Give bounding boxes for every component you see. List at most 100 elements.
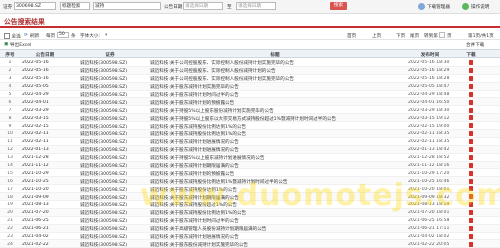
row-date: 2021-04-02: [22, 233, 49, 239]
row-seq: 23: [7, 233, 13, 239]
table-row[interactable]: 14 2021-11-12 诚迈科技(300598.SZ) 诚迈科技:关于股东减持计划…: [0, 161, 500, 170]
pdf-download-icon[interactable]: [469, 146, 473, 152]
title-input[interactable]: 减持: [93, 2, 161, 10]
download-manager-link[interactable]: 下载管理器: [427, 4, 450, 10]
row-date: 2021-10-25: [22, 178, 49, 184]
export-excel-button[interactable]: 导出Excel: [10, 42, 31, 48]
excel-icon[interactable]: ▣: [4, 42, 8, 47]
table-row[interactable]: 9 2022-02-15 诚迈科技(300598.SZ) 诚迈科技:关于股东减持股份比…: [0, 122, 500, 131]
checkbox-icon[interactable]: [4, 32, 10, 39]
title-mode-select[interactable]: 标题检索: [60, 2, 90, 10]
row-code: 诚迈科技(300598.SZ): [80, 124, 128, 130]
table-row[interactable]: 10 2022-02-11 诚迈科技(300598.SZ) 诚迈科技:关于股东减持股份…: [0, 130, 500, 138]
table-row[interactable]: 24 2021-02-22 诚迈科技(300598.SZ) 诚迈科技:关于股东股份减持…: [0, 240, 500, 248]
pdf-download-icon[interactable]: [469, 139, 473, 145]
table-row[interactable]: 6 2022-04-01 诚迈科技(300598.SZ) 诚迈科技:关于股东减持计划的…: [0, 98, 500, 107]
table-row[interactable]: 2 2022-05-16 诚迈科技(300598.SZ) 诚迈科技:关于公司控股股东、…: [0, 66, 500, 75]
last-page-link[interactable]: 尾页: [410, 33, 419, 39]
row-title-link[interactable]: 诚迈科技:关于股东减持计划期限届满的公告: [150, 163, 400, 169]
col-pub-time[interactable]: 发布时间: [400, 52, 460, 58]
pdf-download-icon[interactable]: [469, 154, 473, 160]
pdf-download-icon[interactable]: [469, 60, 473, 66]
row-date: 2022-03-29: [22, 107, 49, 113]
pdf-download-icon[interactable]: [469, 170, 473, 176]
row-title-link[interactable]: 诚迈科技:关于股东减持计划时间过半的公告: [150, 218, 400, 224]
row-title-link[interactable]: 诚迈科技:关于股东减持股份比例达到1%的公告: [150, 124, 400, 130]
row-code: 诚迈科技(300598.SZ): [80, 116, 128, 122]
start-date-input[interactable]: 请选择日期: [183, 2, 223, 10]
pdf-download-icon[interactable]: [469, 115, 473, 121]
row-title-link[interactable]: 诚迈科技:关于公司控股股东、实际控制人股份减持计划实施完毕的公告: [150, 76, 400, 82]
prev-page-link[interactable]: 上页: [372, 33, 381, 39]
col-date[interactable]: 公告日期: [22, 52, 68, 58]
per-page-select[interactable]: 50: [57, 32, 69, 38]
pdf-download-icon[interactable]: [469, 225, 473, 231]
table-row[interactable]: 1 2022-05-16 诚迈科技(300598.SZ) 诚迈科技:关于公司控股股东、…: [0, 59, 500, 67]
pdf-download-icon[interactable]: [469, 162, 473, 168]
col-code[interactable]: 证券: [80, 52, 140, 58]
pdf-download-icon[interactable]: [469, 83, 473, 89]
code-input[interactable]: 300698.SZ: [14, 2, 56, 10]
settings-icon[interactable]: [462, 3, 469, 10]
pdf-download-icon[interactable]: [469, 68, 473, 74]
table-row[interactable]: 12 2022-01-13 诚迈科技(300598.SZ) 诚迈科技:关于股东减持计划…: [0, 145, 500, 154]
pdf-download-icon[interactable]: [469, 75, 473, 81]
first-page-link[interactable]: 首页: [347, 33, 356, 39]
row-title-link[interactable]: 诚迈科技:关于股东股份减持计划实施完毕的公告: [150, 242, 400, 248]
next-page-link[interactable]: 下页: [396, 33, 405, 39]
table-row[interactable]: 4 2022-05-05 诚迈科技(300598.SZ) 诚迈科技:关于股东减持计划实…: [0, 82, 500, 91]
table-row[interactable]: 13 2021-12-28 诚迈科技(300598.SZ) 诚迈科技:关于持股5%以上…: [0, 154, 500, 162]
help-link[interactable]: 操作说明: [471, 4, 489, 10]
pdf-download-icon[interactable]: [469, 123, 473, 129]
row-title-link[interactable]: 诚迈科技:关于高级管理人员股份减持计划期限届满的公告: [150, 226, 400, 232]
pdf-download-icon[interactable]: [469, 99, 473, 105]
row-seq: 5: [8, 91, 12, 97]
row-title-link[interactable]: 诚迈科技:关于股东减持计划时间过半的公告: [150, 92, 400, 98]
end-date-input[interactable]: 请选择日期: [236, 2, 276, 10]
refresh-icon[interactable]: ⟳: [24, 33, 28, 38]
table-row[interactable]: 7 2022-03-29 诚迈科技(300598.SZ) 诚迈科技:关于持股5%以上股…: [0, 106, 500, 115]
actions-bar: ▣ 导出Excel 合并下载: [0, 40, 500, 49]
row-date: 2022-05-05: [22, 84, 49, 90]
table-row[interactable]: 11 2022-02-11 诚迈科技(300598.SZ) 诚迈科技:关于股东减持计划…: [0, 138, 500, 146]
row-pub-time: 2022-03-29 18:30: [408, 107, 450, 113]
pdf-download-icon[interactable]: [469, 241, 473, 247]
table-row[interactable]: 15 2021-10-29 诚迈科技(300598.SZ) 诚迈科技:关于股东减持计划…: [0, 169, 500, 178]
pdf-download-icon[interactable]: [469, 131, 473, 137]
col-title[interactable]: 标题: [150, 52, 400, 58]
row-title-link[interactable]: 诚迈科技:关于股东减持计划进展情况的公告: [150, 147, 400, 153]
row-title-link[interactable]: 诚迈科技:关于持股5%以上股东减持计划进展情况的公告: [150, 155, 400, 161]
table-row[interactable]: 21 2021-06-25 诚迈科技(300598.SZ) 诚迈科技:关于股东减持计划…: [0, 217, 500, 225]
table-row[interactable]: 5 2022-04-29 诚迈科技(300598.SZ) 诚迈科技:关于股东减持计划时…: [0, 91, 500, 99]
pdf-download-icon[interactable]: [469, 218, 473, 223]
row-title-link[interactable]: 诚迈科技:关于股东减持计划实施完毕的公告: [150, 84, 400, 90]
row-title-link[interactable]: 诚迈科技:关于股东减持股份比例达到1%的公告: [150, 131, 400, 137]
row-title-link[interactable]: 诚迈科技:关于股东减持计划的预披露公告: [150, 171, 400, 177]
row-pub-time: 2022-01-13 18:42: [408, 147, 450, 153]
page-title: 公告搜索结果: [4, 18, 45, 26]
goto-page-input[interactable]: [439, 32, 445, 38]
row-title-link[interactable]: 诚迈科技:关于股东减持计划进展情况的公告: [150, 139, 400, 145]
pdf-download-icon[interactable]: [469, 107, 473, 113]
merge-download-button[interactable]: 合并下载: [466, 42, 484, 48]
table-row[interactable]: 22 2021-06-21 诚迈科技(300598.SZ) 诚迈科技:关于高级管理人员…: [0, 224, 500, 233]
font-size-toggle[interactable]: ▾: [105, 33, 107, 38]
table-row[interactable]: 23 2021-04-02 诚迈科技(300598.SZ) 诚迈科技:关于股东减持计划…: [0, 233, 500, 241]
search-button[interactable]: 搜索: [330, 2, 347, 10]
row-title-link[interactable]: 诚迈科技:关于持股5%以上股东股份减持计划实施完毕的公告: [150, 108, 400, 114]
row-date: 2021-07-20: [22, 210, 49, 216]
row-title-link[interactable]: 诚迈科技:关于公司控股股东、实际控制人股份减持计划的公告: [150, 68, 400, 74]
select-all-checkbox[interactable]: 全选: [4, 32, 21, 39]
row-title-link[interactable]: 诚迈科技:关于持股5%以上股东以大宗交易方式减持股份超过1%暨减持计划时间过半的…: [150, 116, 400, 122]
row-title-link[interactable]: 诚迈科技:关于公司控股股东、实际控制人股份减持计划实施完毕的公告: [150, 60, 400, 66]
row-pub-time: 2021-11-12 18:16: [408, 162, 450, 168]
download-manager-icon[interactable]: [418, 3, 425, 10]
table-row[interactable]: 3 2022-05-16 诚迈科技(300598.SZ) 诚迈科技:关于公司控股股东、…: [0, 75, 500, 83]
pdf-download-icon[interactable]: [469, 91, 473, 97]
pdf-download-icon[interactable]: [469, 233, 473, 239]
row-title-link[interactable]: 诚迈科技:关于股东减持计划进展情况的公告: [150, 234, 400, 240]
row-code: 诚迈科技(300598.SZ): [80, 211, 128, 217]
table-row[interactable]: 8 2022-03-15 诚迈科技(300598.SZ) 诚迈科技:关于持股5%以上股…: [0, 114, 500, 123]
refresh-button[interactable]: 刷新: [30, 33, 39, 39]
row-title-link[interactable]: 诚迈科技:关于股东减持计划的预披露公告: [150, 100, 400, 106]
